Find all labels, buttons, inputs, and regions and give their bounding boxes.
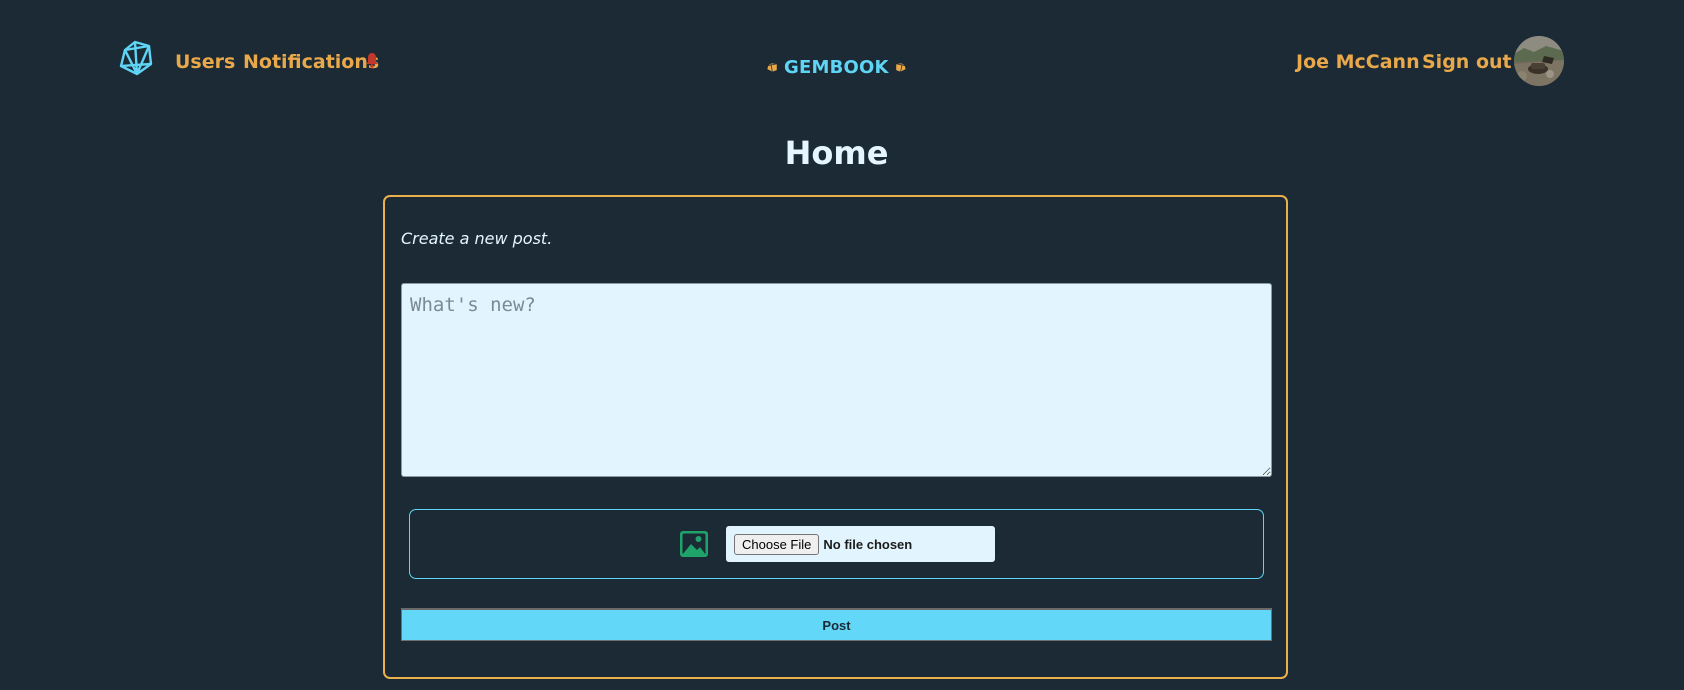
- file-status-text: No file chosen: [823, 536, 913, 552]
- post-submit-button[interactable]: Post: [401, 608, 1272, 641]
- post-content-input[interactable]: [401, 283, 1272, 477]
- file-input[interactable]: Choose File No file chosen: [726, 526, 995, 562]
- diamond-icon[interactable]: [119, 40, 155, 76]
- bell-icon[interactable]: [365, 52, 379, 68]
- choose-file-button[interactable]: Choose File: [734, 533, 820, 555]
- nav-notifications-link[interactable]: Notifications: [243, 51, 379, 73]
- gem-icon: [895, 61, 907, 73]
- avatar-photo: [1514, 36, 1564, 86]
- page-title: Home: [784, 134, 889, 172]
- page: Users Notifications GEMBOOK Joe McCann S…: [0, 0, 1684, 690]
- brand[interactable]: GEMBOOK: [766, 56, 907, 78]
- sign-out-link[interactable]: Sign out: [1422, 51, 1512, 73]
- gem-icon: [766, 61, 778, 73]
- user-profile-link[interactable]: Joe McCann: [1296, 51, 1420, 73]
- new-post-hint: Create a new post.: [401, 229, 553, 248]
- brand-name: GEMBOOK: [784, 56, 889, 78]
- image-icon[interactable]: [680, 531, 708, 557]
- avatar[interactable]: [1514, 36, 1564, 86]
- nav-users-link[interactable]: Users: [175, 51, 235, 73]
